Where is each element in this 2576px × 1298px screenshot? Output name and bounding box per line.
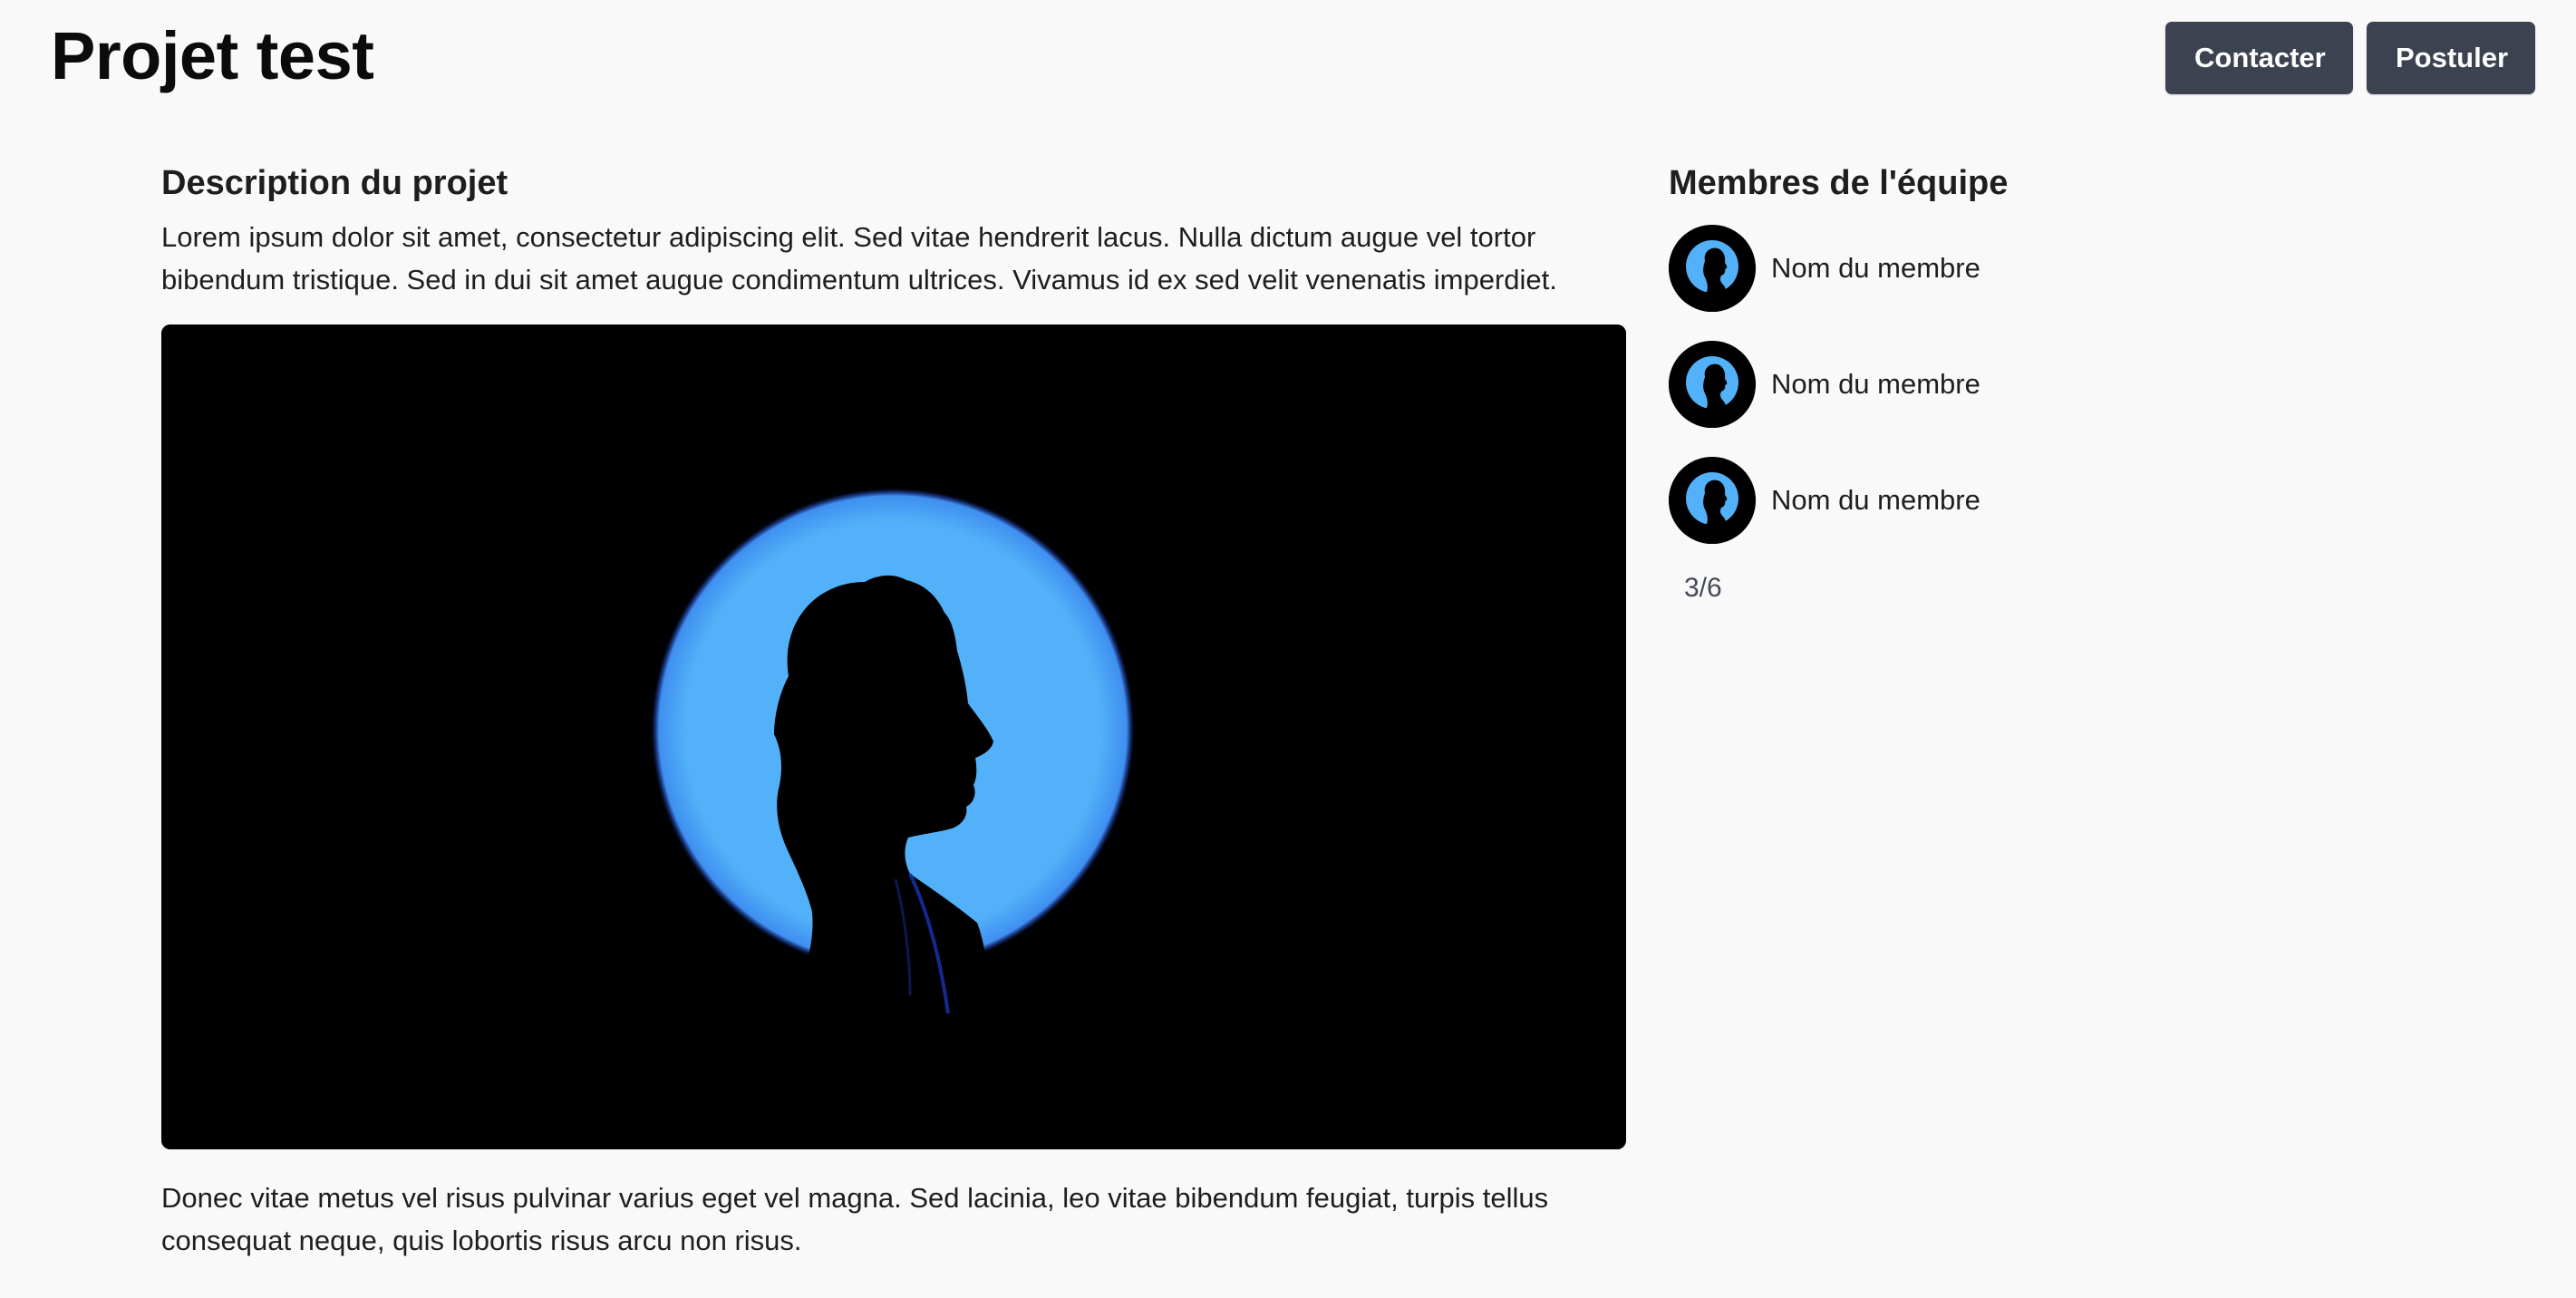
contact-button[interactable]: Contacter [2165,22,2353,94]
member-name: Nom du membre [1771,252,1980,284]
member-avatar-icon [1669,341,1756,428]
silhouette-profile-image [161,324,1626,1149]
description-outro: Donec vitae metus vel risus pulvinar var… [161,1182,1549,1256]
apply-button[interactable]: Postuler [2367,22,2535,94]
description-intro: Lorem ipsum dolor sit amet, consectetur … [161,221,1557,295]
member-name: Nom du membre [1771,484,1980,516]
member-item[interactable]: Nom du membre [1669,341,2213,428]
page-title: Projet test [51,18,374,93]
header-actions: Contacter Postuler [2165,22,2535,94]
member-avatar-icon [1669,225,1756,312]
member-item[interactable]: Nom du membre [1669,457,2213,544]
member-item[interactable]: Nom du membre [1669,225,2213,312]
member-count: 3/6 [1684,573,1722,603]
description-heading: Description du projet [161,164,508,202]
project-description-section: Description du projet Lorem ipsum dolor … [161,156,1626,1262]
member-list: Nom du membre Nom du membre Nom du membr… [1669,225,2213,544]
project-image [161,324,1626,1149]
team-section: Membres de l'équipe Nom du membre Nom du… [1669,156,2213,604]
member-avatar-icon [1669,457,1756,544]
project-page: Projet test Contacter Postuler Descripti… [0,0,2576,1298]
team-heading: Membres de l'équipe [1669,164,2009,202]
member-name: Nom du membre [1771,368,1980,400]
